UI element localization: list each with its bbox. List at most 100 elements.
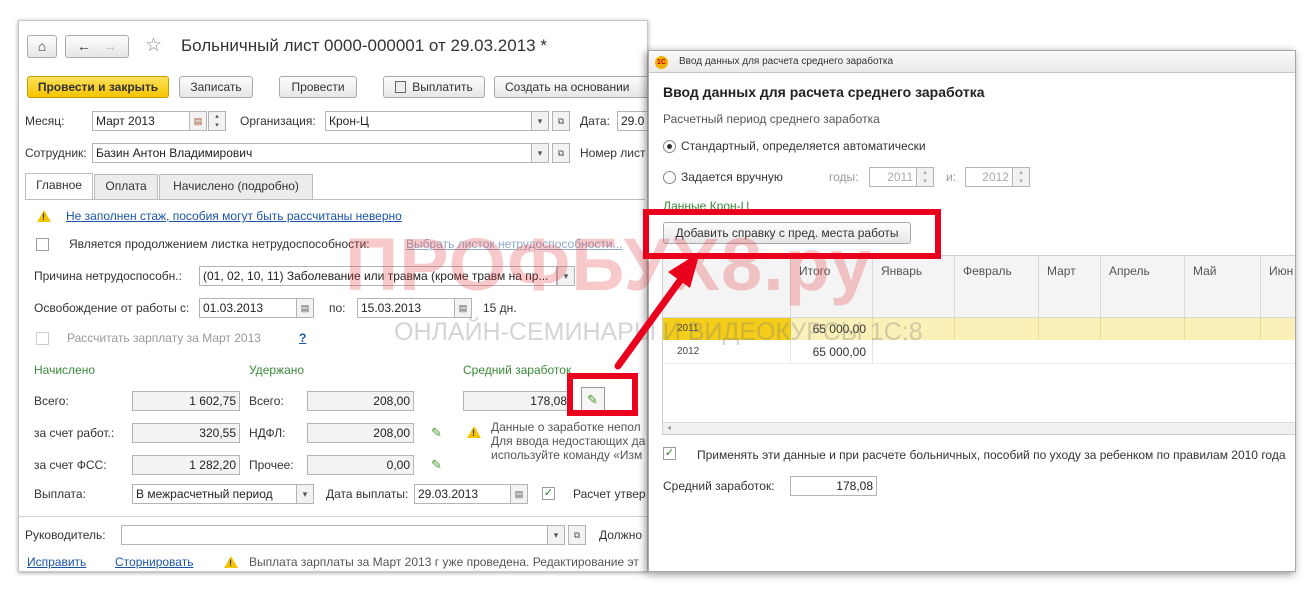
organization-label: Организация:	[240, 114, 316, 128]
fss-share-value: 1 282,20	[132, 455, 240, 475]
edit-ndfl-pencil-icon[interactable]: ✎	[431, 425, 442, 441]
radio-manual-label: Задается вручную	[681, 170, 783, 184]
date-input[interactable]: 29.0	[617, 111, 647, 131]
tabs-baseline	[25, 199, 645, 200]
tab-main[interactable]: Главное	[25, 173, 93, 199]
column-march: Март	[1039, 256, 1101, 318]
footer-note: Выплата зарплаты за Март 2013 г уже пров…	[249, 555, 639, 569]
horizontal-scrollbar[interactable]: ◂	[663, 422, 1295, 434]
fss-share-label: за счет ФСС:	[34, 458, 107, 472]
year-from-input[interactable]: 2011	[869, 167, 917, 187]
post-button[interactable]: Провести	[279, 76, 357, 98]
payout-label: Выплата:	[34, 487, 86, 501]
ndfl-label: НДФЛ:	[249, 426, 286, 440]
back-arrow-icon[interactable]: ←	[77, 38, 91, 54]
month-label: Месяц:	[25, 114, 65, 128]
period-label: Расчетный период среднего заработка	[663, 112, 880, 126]
average-note-line-1: Данные о заработке непол	[491, 420, 641, 434]
other-label: Прочее:	[249, 458, 294, 472]
total-accrued-value: 1 602,75	[132, 391, 240, 411]
column-june: Июн	[1269, 264, 1294, 278]
employer-share-value: 320,55	[132, 423, 240, 443]
employer-share-label: за счет работ.:	[34, 426, 115, 440]
forward-arrow-icon[interactable]: →	[103, 38, 117, 54]
apply-data-label: Применять эти данные и при расчете больн…	[697, 448, 1286, 462]
calc-approved-checkbox[interactable]: ✓	[542, 487, 555, 500]
organization-input[interactable]: Крон-Ц	[325, 111, 532, 131]
manager-open-icon[interactable]: ⧉	[568, 525, 586, 545]
dialog-heading: Ввод данных для расчета среднего заработ…	[663, 84, 985, 100]
release-label: Освобождение от работы с:	[34, 301, 190, 315]
total-accrued-label: Всего:	[34, 394, 69, 408]
average-earnings-input[interactable]: 178,08	[790, 476, 877, 496]
year-from-stepper[interactable]: ▴ ▾	[916, 167, 934, 187]
average-warning-icon	[467, 426, 481, 438]
employee-label: Сотрудник:	[25, 146, 87, 160]
release-from-input[interactable]: 01.03.2013	[199, 298, 297, 318]
manager-input[interactable]	[121, 525, 548, 545]
average-note-line-2: Для ввода недостающих да	[491, 434, 646, 448]
document-title: Больничный лист 0000-000001 от 29.03.201…	[181, 36, 547, 55]
withheld-group-title: Удержано	[249, 363, 305, 377]
calendar-icon[interactable]: ▤	[189, 111, 207, 131]
year-to-stepper[interactable]: ▴ ▾	[1012, 167, 1030, 187]
help-icon[interactable]: ?	[299, 331, 306, 345]
release-to-label: по:	[329, 301, 346, 315]
payout-date-input[interactable]: 29.03.2013	[414, 484, 511, 504]
month-stepper[interactable]: ▴ ▾	[208, 111, 226, 131]
employee-open-icon[interactable]: ⧉	[552, 143, 570, 163]
post-and-close-button[interactable]: Провести и закрыть	[27, 76, 169, 98]
average-earnings-label: Средний заработок:	[663, 479, 775, 493]
write-button[interactable]: Записать	[179, 76, 253, 98]
pay-button[interactable]: Выплатить	[383, 76, 485, 98]
experience-warning-link[interactable]: Не заполнен стаж, пособия могут быть рас…	[66, 209, 402, 223]
create-based-on-button[interactable]: Создать на основании	[494, 76, 647, 98]
reverse-link[interactable]: Сторнировать	[115, 555, 193, 569]
year-to-input[interactable]: 2012	[965, 167, 1013, 187]
calc-salary-label: Рассчитать зарплату за Март 2013	[67, 331, 261, 345]
other-value: 0,00	[307, 455, 414, 475]
favorite-star-icon[interactable]: ☆	[145, 34, 162, 57]
continuation-checkbox[interactable]	[36, 238, 49, 251]
back-forward-buttons[interactable]: ← →	[65, 35, 129, 58]
fix-link[interactable]: Исправить	[27, 555, 86, 569]
payout-date-label: Дата выплаты:	[326, 487, 409, 501]
radio-standard-label: Стандартный, определяется автоматически	[681, 139, 926, 153]
payout-select[interactable]: В межрасчетный период	[132, 484, 297, 504]
ndfl-value: 208,00	[307, 423, 414, 443]
date-label: Дата:	[580, 114, 610, 128]
home-button[interactable]: ⌂	[27, 35, 57, 58]
pay-button-label: Выплатить	[412, 80, 473, 94]
manager-dropdown-icon[interactable]: ▾	[547, 525, 565, 545]
total-withheld-value: 208,00	[307, 391, 414, 411]
payout-dropdown-icon[interactable]: ▾	[296, 484, 314, 504]
home-icon: ⌂	[37, 38, 47, 54]
average-note-line-3: используйте команду «Изм	[491, 448, 643, 462]
employee-input[interactable]: Базин Антон Владимирович	[92, 143, 532, 163]
column-february: Февраль	[955, 256, 1039, 318]
radio-manual[interactable]	[663, 171, 676, 184]
payout-date-calendar-icon[interactable]: ▤	[510, 484, 528, 504]
column-may: Май	[1185, 256, 1261, 318]
calc-salary-checkbox[interactable]	[36, 332, 49, 345]
highlight-edit-average-box	[567, 373, 638, 416]
month-input[interactable]: Март 2013	[92, 111, 190, 131]
release-from-calendar-icon[interactable]: ▤	[296, 298, 314, 318]
employee-dropdown-icon[interactable]: ▾	[531, 143, 549, 163]
average-earnings-value: 178,08	[463, 391, 571, 411]
radio-standard[interactable]	[663, 140, 676, 153]
years-label: годы:	[829, 170, 859, 184]
apply-data-checkbox[interactable]: ✓	[663, 447, 676, 460]
organization-dropdown-icon[interactable]: ▾	[531, 111, 549, 131]
organization-open-icon[interactable]: ⧉	[552, 111, 570, 131]
tab-payment[interactable]: Оплата	[94, 174, 158, 199]
continuation-label: Является продолжением листка нетрудоспос…	[69, 237, 370, 251]
average-earnings-group-title: Средний заработок	[463, 363, 572, 377]
footer-warning-icon	[224, 556, 238, 568]
row-year: 2012	[677, 346, 700, 357]
average-earnings-dialog: 1С Ввод данных для расчета среднего зара…	[648, 50, 1296, 572]
position-label: Должно	[599, 528, 643, 542]
scroll-left-icon[interactable]: ◂	[667, 423, 671, 432]
tab-accrued-detailed[interactable]: Начислено (подробно)	[159, 174, 313, 199]
edit-other-pencil-icon[interactable]: ✎	[431, 457, 442, 473]
